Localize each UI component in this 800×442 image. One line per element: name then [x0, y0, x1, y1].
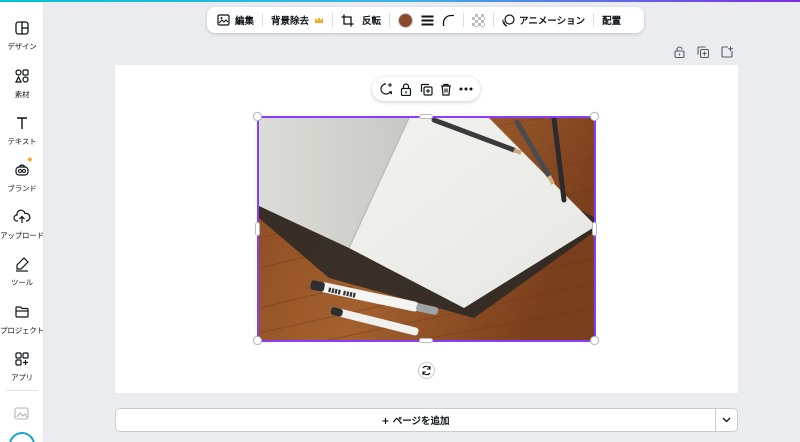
- text-icon: [12, 113, 32, 133]
- sidebar-item-design[interactable]: デザイン: [0, 14, 44, 58]
- top-gradient-bar: [0, 0, 800, 2]
- background-remover-button[interactable]: 背景除去: [267, 9, 328, 31]
- toolbar-divider: [389, 13, 391, 27]
- resize-handle-top-right[interactable]: [590, 112, 599, 121]
- comment-button[interactable]: [377, 80, 395, 98]
- flip-label: 反転: [362, 16, 382, 27]
- position-label: 配置: [602, 16, 622, 27]
- transparency-icon: [472, 13, 486, 27]
- sidebar-item-tools[interactable]: ツール: [0, 250, 44, 294]
- tools-icon: [12, 254, 32, 274]
- resize-handle-top[interactable]: [419, 114, 433, 119]
- rotate-icon: [422, 365, 431, 376]
- sidebar-divider: [6, 390, 38, 391]
- toolbar-divider: [332, 13, 334, 27]
- avatar[interactable]: [9, 432, 35, 442]
- resize-handle-left[interactable]: [255, 222, 260, 236]
- position-button[interactable]: 配置: [598, 9, 625, 31]
- sidebar-item-label: テキスト: [7, 137, 37, 146]
- border-style-icon: [421, 15, 434, 25]
- trash-icon: [441, 83, 451, 96]
- color-button[interactable]: [394, 9, 417, 31]
- edit-image-button[interactable]: 編集: [213, 9, 258, 31]
- crown-icon: ✸: [27, 156, 33, 164]
- crown-icon: [315, 16, 324, 23]
- page-tools: [672, 45, 734, 59]
- add-page-icon: [721, 46, 733, 58]
- resize-handle-bottom-right[interactable]: [590, 336, 599, 345]
- resize-handle-right[interactable]: [592, 222, 597, 236]
- magic-media-icon[interactable]: [14, 406, 30, 420]
- add-page-button-top[interactable]: [720, 45, 734, 59]
- bg-remove-label: 背景除去: [271, 16, 310, 27]
- left-sidebar: デザイン 素材 テキスト ✸ ブランド アップロード ツール プロジェクト アプ…: [0, 2, 44, 442]
- border-style-button[interactable]: [417, 9, 438, 31]
- corner-rounding-icon: [442, 14, 455, 26]
- sidebar-item-projects[interactable]: プロジェクト: [0, 298, 44, 342]
- design-icon: [12, 18, 32, 38]
- sidebar-item-label: アプリ: [11, 373, 33, 382]
- animation-icon: [502, 13, 515, 27]
- lock-page-button[interactable]: [672, 45, 686, 59]
- sidebar-item-brand[interactable]: ✸ ブランド: [0, 156, 44, 200]
- rotate-handle[interactable]: [418, 362, 435, 379]
- duplicate-icon: [420, 83, 433, 96]
- sidebar-item-upload[interactable]: アップロード: [0, 203, 44, 247]
- duplicate-icon: [697, 46, 709, 58]
- sidebar-item-label: ツール: [11, 278, 33, 287]
- crop-icon: [341, 14, 354, 26]
- animate-button[interactable]: アニメーション: [498, 9, 589, 31]
- transparency-button[interactable]: [468, 9, 489, 31]
- image-toolbar: 編集 背景除去 反転 アニメーション 配置: [207, 7, 644, 33]
- color-swatch: [398, 12, 414, 28]
- duplicate-page-button[interactable]: [696, 45, 710, 59]
- chevron-down-icon: [722, 417, 731, 423]
- resize-handle-bottom-left[interactable]: [253, 336, 262, 345]
- more-icon: [459, 87, 473, 91]
- crop-button[interactable]: [337, 9, 358, 31]
- sketchbook-photo: ▮▮▮▮ ▮▮▮▮: [259, 118, 594, 340]
- add-page-button[interactable]: + ページを追加: [115, 408, 716, 432]
- sidebar-item-label: ブランド: [7, 184, 37, 193]
- toolbar-divider: [593, 13, 595, 27]
- add-comment-icon: [380, 83, 393, 95]
- delete-element-button[interactable]: [437, 80, 455, 98]
- sidebar-item-apps[interactable]: アプリ: [0, 345, 44, 389]
- sidebar-item-label: 素材: [14, 90, 30, 99]
- edit-label: 編集: [235, 16, 255, 27]
- toolbar-divider: [463, 13, 465, 27]
- more-options-button[interactable]: [457, 80, 475, 98]
- lock-element-button[interactable]: [397, 80, 415, 98]
- resize-handle-bottom[interactable]: [419, 338, 433, 343]
- flip-button[interactable]: 反転: [358, 9, 385, 31]
- toolbar-divider: [493, 13, 495, 27]
- elements-icon: [12, 66, 32, 86]
- sidebar-item-label: プロジェクト: [0, 326, 44, 335]
- lock-icon: [673, 46, 685, 58]
- animation-label: アニメーション: [519, 16, 586, 27]
- lock-icon: [400, 82, 412, 96]
- selected-image[interactable]: ▮▮▮▮ ▮▮▮▮: [258, 117, 595, 341]
- folder-icon: [12, 302, 32, 322]
- sidebar-item-elements[interactable]: 素材: [0, 62, 44, 106]
- toolbar-divider: [262, 13, 264, 27]
- resize-handle-top-left[interactable]: [253, 112, 262, 121]
- corner-rounding-button[interactable]: [438, 9, 459, 31]
- add-page-label: + ページを追加: [381, 416, 450, 427]
- sidebar-item-text[interactable]: テキスト: [0, 109, 44, 153]
- add-page-dropdown[interactable]: [716, 408, 738, 432]
- sidebar-item-label: デザイン: [7, 42, 37, 51]
- image-edit-icon: [217, 14, 230, 26]
- sidebar-item-label: アップロード: [0, 231, 44, 240]
- apps-icon: [12, 349, 32, 369]
- duplicate-element-button[interactable]: [417, 80, 435, 98]
- upload-icon: [12, 207, 32, 227]
- element-context-toolbar: [372, 77, 480, 101]
